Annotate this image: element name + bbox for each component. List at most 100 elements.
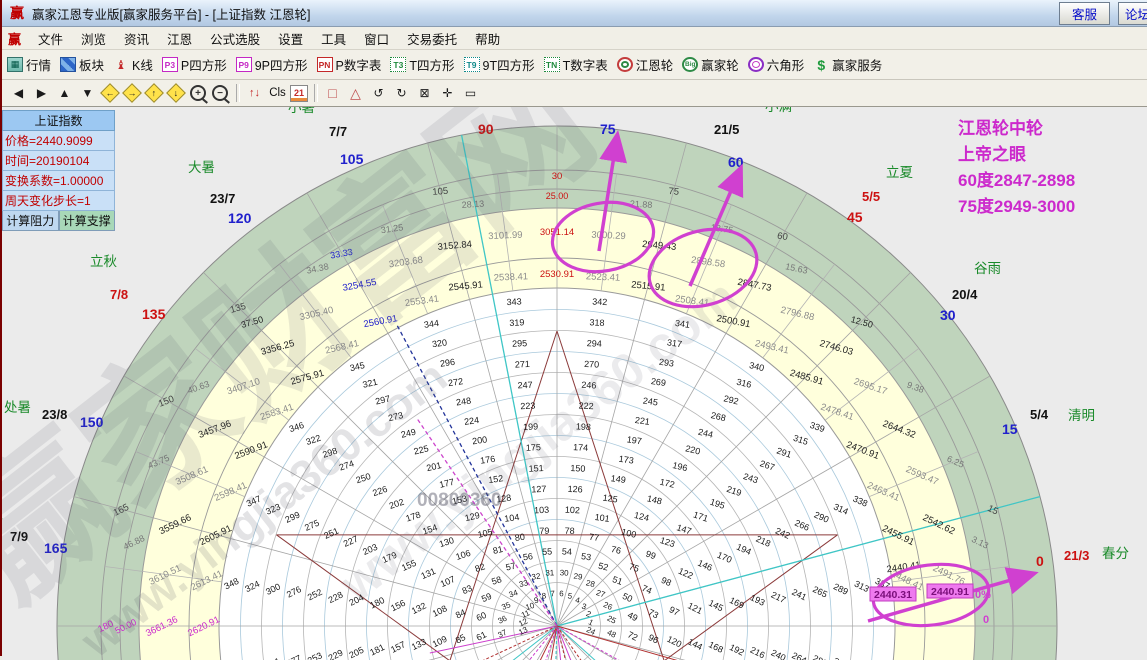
calc-resistance-button[interactable]: 计算阻力 xyxy=(2,211,59,231)
analysis-annotation: 江恩轮中轮 上帝之眼 60度2847-2898 75度2949-3000 xyxy=(958,116,1075,220)
svg-text:大暑: 大暑 xyxy=(188,160,215,175)
pan-left-icon[interactable]: ← xyxy=(100,84,120,102)
svg-text:245: 245 xyxy=(642,396,658,408)
svg-text:小满: 小满 xyxy=(765,107,792,114)
nav-up-icon[interactable]: ▲ xyxy=(54,84,75,102)
9t-square-button[interactable]: T99T四方形 xyxy=(464,55,535,74)
market-grid-button[interactable]: ▦行情 xyxy=(7,55,51,74)
menu-item-4[interactable]: 公式选股 xyxy=(201,27,269,50)
svg-text:21.88: 21.88 xyxy=(630,199,653,211)
svg-text:102: 102 xyxy=(565,505,580,516)
p-square-icon: P3 xyxy=(162,57,178,72)
nav-left-icon[interactable]: ◀ xyxy=(8,84,29,102)
p-square-button[interactable]: P3P四方形 xyxy=(162,55,227,74)
t-table-button[interactable]: TNT数字表 xyxy=(544,55,608,74)
rotate-cw-icon[interactable]: ↻ xyxy=(391,84,412,102)
tool-label: 9P四方形 xyxy=(255,55,308,74)
box-x-icon[interactable]: ⊠ xyxy=(414,84,435,102)
clear-button[interactable]: Cls xyxy=(267,84,288,102)
svg-text:立夏: 立夏 xyxy=(886,165,914,180)
tool-label: T数字表 xyxy=(563,55,608,74)
svg-text:2530.91: 2530.91 xyxy=(540,269,574,280)
gann-wheel-button[interactable]: 江恩轮 xyxy=(617,55,674,74)
svg-text:0: 0 xyxy=(1036,553,1044,569)
tool-label: T四方形 xyxy=(409,55,454,74)
menu-item-5[interactable]: 设置 xyxy=(269,27,312,50)
pan-up-icon[interactable]: ↑ xyxy=(144,84,164,102)
svg-text:342: 342 xyxy=(592,296,607,307)
svg-text:5/5: 5/5 xyxy=(862,189,880,204)
svg-text:319: 319 xyxy=(509,317,524,328)
updown-icon[interactable]: ↑↓ xyxy=(244,84,265,102)
t-square-button[interactable]: T3T四方形 xyxy=(390,55,454,74)
svg-text:104: 104 xyxy=(504,512,520,524)
svg-text:谷雨: 谷雨 xyxy=(974,261,1001,276)
conversion-factor: 变换系数=1.00000 xyxy=(2,171,115,191)
svg-text:343: 343 xyxy=(506,296,521,307)
svg-text:197: 197 xyxy=(626,434,642,446)
svg-text:127: 127 xyxy=(531,484,546,495)
zoom-out-icon[interactable]: − xyxy=(210,84,230,102)
svg-text:7/8: 7/8 xyxy=(110,287,128,302)
svg-text:55: 55 xyxy=(542,546,552,556)
svg-text:30: 30 xyxy=(560,568,570,577)
winner-wheel-button[interactable]: Big赢家轮 xyxy=(682,55,739,74)
annotation-line: 60度2847-2898 xyxy=(958,168,1075,194)
svg-text:150: 150 xyxy=(570,463,585,474)
nav-down-icon[interactable]: ▼ xyxy=(77,84,98,102)
forum-button[interactable]: 论坛 xyxy=(1118,2,1147,25)
svg-text:21/3: 21/3 xyxy=(1064,548,1089,563)
menu-item-8[interactable]: 交易委托 xyxy=(398,27,466,50)
menu-item-1[interactable]: 浏览 xyxy=(72,27,115,50)
rotate-ccw-icon[interactable]: ↺ xyxy=(368,84,389,102)
svg-text:00800360: 00800360 xyxy=(417,490,502,511)
customer-service-button[interactable]: 客服 xyxy=(1059,2,1110,25)
calc-support-button[interactable]: 计算支撑 xyxy=(59,211,116,231)
toolbar-separator xyxy=(236,84,240,102)
gann-wheel-chart-area[interactable]: 1234567891011121324252627282930313233343… xyxy=(2,107,1147,660)
9p-square-icon: P9 xyxy=(236,57,252,72)
dollar-button[interactable]: $赢家服务 xyxy=(813,55,882,74)
blocks-button[interactable]: 板块 xyxy=(60,55,104,74)
svg-text:3000.29: 3000.29 xyxy=(591,230,626,243)
pan-right-icon[interactable]: → xyxy=(122,84,142,102)
hexagon-button[interactable]: 六角形 xyxy=(748,55,805,74)
svg-text:80: 80 xyxy=(514,532,525,543)
pan-down-icon[interactable]: ↓ xyxy=(166,84,186,102)
svg-text:45: 45 xyxy=(847,209,863,225)
svg-text:60: 60 xyxy=(728,154,744,170)
kline-button[interactable]: ♝K线 xyxy=(113,55,153,74)
monitor-icon[interactable]: ▭ xyxy=(460,84,481,102)
time-value: 时间=20190104 xyxy=(2,151,115,171)
menu-item-7[interactable]: 窗口 xyxy=(355,27,398,50)
svg-text:小暑: 小暑 xyxy=(288,107,315,115)
menu-item-2[interactable]: 资讯 xyxy=(115,27,158,50)
svg-text:53: 53 xyxy=(580,551,591,562)
menu-item-0[interactable]: 文件 xyxy=(29,27,72,50)
center-cross-icon[interactable]: ✛ xyxy=(437,84,458,102)
window-title: 赢家江恩专业版[赢家服务平台] - [上证指数 江恩轮] xyxy=(32,4,1051,23)
svg-text:77: 77 xyxy=(589,532,600,543)
menu-item-9[interactable]: 帮助 xyxy=(466,27,509,50)
nav-right-icon[interactable]: ▶ xyxy=(31,84,52,102)
toolbar-separator xyxy=(314,84,318,102)
svg-text:30: 30 xyxy=(940,307,956,323)
svg-text:271: 271 xyxy=(515,359,530,370)
tool-label: 赢家服务 xyxy=(832,55,882,74)
9p-square-button[interactable]: P99P四方形 xyxy=(236,55,308,74)
zoom-in-icon[interactable]: + xyxy=(188,84,208,102)
calendar-icon[interactable]: 21 xyxy=(290,85,308,102)
draw-square-icon[interactable]: □ xyxy=(322,84,343,102)
svg-text:2538.41: 2538.41 xyxy=(494,271,529,284)
market-grid-icon: ▦ xyxy=(7,57,23,72)
menu-item-3[interactable]: 江恩 xyxy=(158,27,201,50)
svg-text:32: 32 xyxy=(531,571,542,581)
svg-text:春分: 春分 xyxy=(1102,546,1129,561)
svg-text:318: 318 xyxy=(589,317,604,328)
menu-item-6[interactable]: 工具 xyxy=(312,27,355,50)
winner-wheel-icon: Big xyxy=(682,57,698,72)
svg-text:75: 75 xyxy=(668,186,680,198)
kline-icon: ♝ xyxy=(113,57,129,72)
p-table-button[interactable]: PNP数字表 xyxy=(317,55,382,74)
draw-triangle-icon[interactable]: △ xyxy=(345,84,366,102)
